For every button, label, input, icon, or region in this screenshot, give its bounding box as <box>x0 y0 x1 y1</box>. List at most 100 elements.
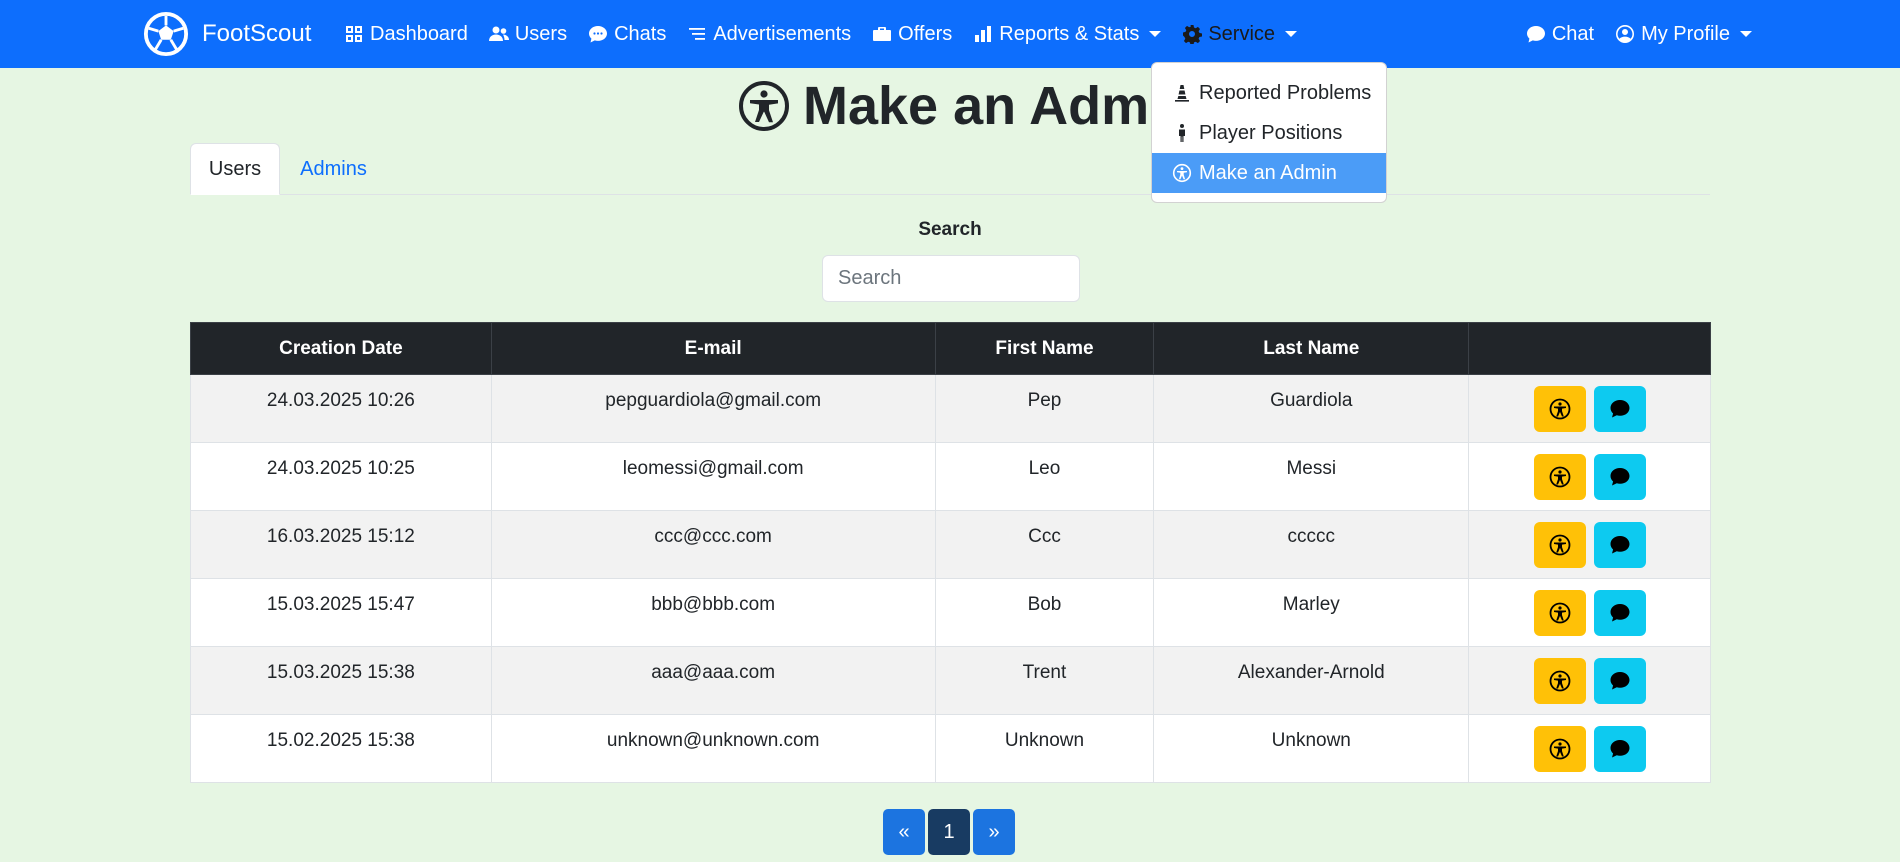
nav-users-label: Users <box>514 22 568 45</box>
cone-icon <box>1175 85 1189 102</box>
page-title: Make an Admin <box>738 75 1197 137</box>
universal-access-icon <box>1549 602 1570 624</box>
make-admin-button[interactable] <box>1533 658 1586 704</box>
universal-access-icon <box>1549 398 1570 420</box>
nav-chats[interactable]: Chats <box>588 23 666 46</box>
cell-email: ccc@ccc.com <box>490 510 936 579</box>
search-input[interactable] <box>822 255 1080 302</box>
universal-access-icon <box>1549 738 1570 760</box>
chat-button[interactable] <box>1593 658 1646 704</box>
soccer-ball-logo-icon <box>143 11 189 57</box>
briefcase-icon <box>873 27 892 41</box>
pagination: « 1 » <box>883 809 1018 855</box>
table-row: 15.02.2025 15:38 unknown@unknown.com Unk… <box>190 714 1711 783</box>
column-header-first-name[interactable]: First Name <box>934 322 1155 375</box>
cell-creation-date: 24.03.2025 10:25 <box>190 442 492 511</box>
table-row: 15.03.2025 15:47 bbb@bbb.com Bob Marley <box>190 578 1711 647</box>
nav-advertisements[interactable]: Advertisements <box>687 23 851 46</box>
chat-button[interactable] <box>1593 386 1646 432</box>
chevron-down-icon <box>1740 31 1752 37</box>
cell-last-name: Guardiola <box>1153 374 1470 443</box>
column-header-email[interactable]: E-mail <box>490 322 936 375</box>
universal-access-icon <box>1549 466 1570 488</box>
nav-users[interactable]: Users <box>488 22 568 46</box>
cell-first-name: Bob <box>934 578 1155 647</box>
cell-last-name: ccccc <box>1153 510 1470 579</box>
nav-advertisements-label: Advertisements <box>713 22 852 45</box>
chat-icon <box>1610 536 1630 554</box>
person-circle-icon <box>1616 25 1635 43</box>
universal-access-icon <box>739 81 789 131</box>
brand[interactable]: FootScout <box>143 11 311 57</box>
tab-admins[interactable]: Admins <box>281 143 386 195</box>
tabs-divider <box>190 194 1710 195</box>
nav-offers[interactable]: Offers <box>872 23 952 46</box>
cell-actions <box>1468 714 1711 783</box>
make-admin-button[interactable] <box>1533 522 1586 568</box>
nav-service-dropdown[interactable]: Service <box>1182 22 1298 46</box>
table-header-row: Creation Date E-mail First Name Last Nam… <box>190 322 1711 375</box>
page-title-text: Make an Admin <box>803 76 1198 136</box>
nav-dashboard[interactable]: Dashboard <box>344 23 468 46</box>
cell-last-name: Alexander-Arnold <box>1153 646 1470 715</box>
list-icon <box>689 28 706 40</box>
universal-access-icon <box>1549 670 1570 692</box>
people-icon <box>488 26 509 41</box>
cell-last-name: Marley <box>1153 578 1470 647</box>
brand-name: FootScout <box>202 20 312 47</box>
chevron-down-icon <box>1149 31 1162 37</box>
cell-actions <box>1468 646 1711 715</box>
cell-first-name: Unknown <box>934 714 1155 783</box>
chat-button[interactable] <box>1593 590 1646 636</box>
nav-dashboard-label: Dashboard <box>370 22 468 45</box>
cell-actions <box>1468 578 1711 647</box>
nav-my-profile-label: My Profile <box>1641 22 1730 45</box>
nav-reports-dropdown[interactable]: Reports & Stats <box>973 22 1162 46</box>
column-header-last-name[interactable]: Last Name <box>1153 322 1470 375</box>
column-header-actions <box>1468 322 1711 375</box>
user-nav: Chat My Profile <box>1526 0 1752 68</box>
menu-item-reported-problems[interactable]: Reported Problems <box>1152 73 1386 113</box>
nav-offers-label: Offers <box>898 22 953 45</box>
make-admin-button[interactable] <box>1533 726 1586 772</box>
service-dropdown-menu: Reported Problems Player Positions Make … <box>1151 62 1387 203</box>
make-admin-button[interactable] <box>1533 454 1586 500</box>
pagination-page-1[interactable]: 1 <box>928 809 970 855</box>
make-admin-button[interactable] <box>1533 590 1586 636</box>
cell-actions <box>1468 442 1711 511</box>
menu-item-make-an-admin[interactable]: Make an Admin <box>1152 153 1386 193</box>
cell-creation-date: 16.03.2025 15:12 <box>190 510 492 579</box>
cell-email: unknown@unknown.com <box>490 714 936 783</box>
cell-first-name: Ccc <box>934 510 1155 579</box>
cell-last-name: Unknown <box>1153 714 1470 783</box>
pagination-prev-button[interactable]: « <box>883 809 925 855</box>
cell-first-name: Trent <box>934 646 1155 715</box>
cell-actions <box>1468 510 1711 579</box>
pagination-next-button[interactable]: » <box>973 809 1015 855</box>
nav-reports-label: Reports & Stats <box>999 22 1140 45</box>
nav-my-profile-dropdown[interactable]: My Profile <box>1615 23 1752 46</box>
search-label: Search <box>918 219 982 240</box>
grid-icon <box>346 26 362 42</box>
person-standing-icon <box>1179 124 1185 142</box>
cell-last-name: Messi <box>1153 442 1470 511</box>
nav-service-label: Service <box>1208 22 1276 45</box>
bar-chart-icon <box>975 26 992 42</box>
make-admin-button[interactable] <box>1533 386 1586 432</box>
cell-first-name: Leo <box>934 442 1155 511</box>
nav-chat[interactable]: Chat <box>1526 23 1594 46</box>
chevron-down-icon <box>1285 31 1298 37</box>
tab-users[interactable]: Users <box>190 143 280 195</box>
nav-chats-label: Chats <box>614 22 667 45</box>
chat-icon <box>1526 26 1545 43</box>
gear-icon <box>1183 25 1203 44</box>
universal-access-icon <box>1549 534 1570 556</box>
chat-button[interactable] <box>1593 726 1646 772</box>
menu-item-player-positions[interactable]: Player Positions <box>1152 113 1386 153</box>
cell-email: aaa@aaa.com <box>490 646 936 715</box>
menu-item-label: Player Positions <box>1199 121 1343 144</box>
column-header-creation-date[interactable]: Creation Date <box>190 322 492 375</box>
menu-item-label: Make an Admin <box>1199 161 1337 184</box>
chat-button[interactable] <box>1593 522 1646 568</box>
chat-button[interactable] <box>1593 454 1646 500</box>
